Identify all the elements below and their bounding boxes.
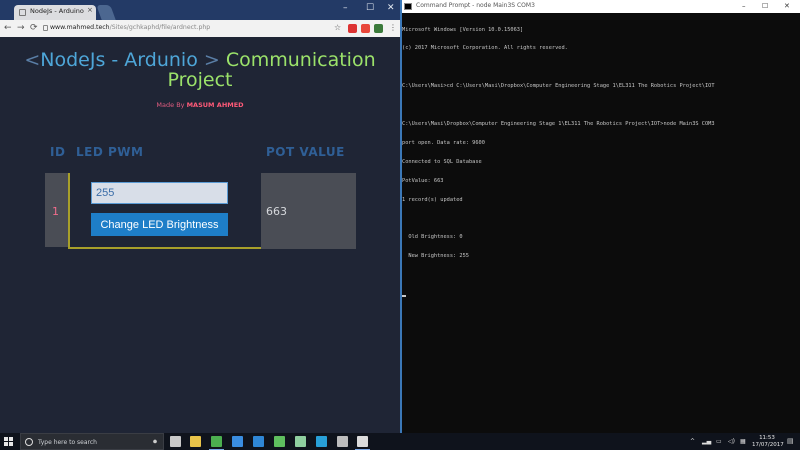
console-line: Connected to SQL Database (402, 158, 482, 165)
clock-date[interactable]: 17/07/2017 (752, 442, 784, 448)
column-header-id: ID (50, 145, 66, 159)
file-explorer-icon[interactable] (190, 436, 201, 447)
search-placeholder: Type here to search (38, 439, 97, 446)
store-icon[interactable] (232, 436, 243, 447)
taskbar: Type here to search ⏺ ^ ▂▄ ▭ ◁) ▦ 11:53 … (0, 433, 800, 450)
reload-button[interactable]: ⟳ (30, 21, 38, 35)
windows-start-icon[interactable] (4, 437, 14, 447)
title-lt: < (24, 49, 41, 71)
battery-icon[interactable]: ▭ (716, 438, 722, 445)
pwm-input[interactable] (91, 182, 228, 204)
console-output[interactable]: Microsoft Windows [Version 10.0.15063] (… (402, 14, 800, 310)
clock-time[interactable]: 11:53 (752, 435, 782, 441)
extension-icon-2[interactable] (361, 24, 370, 33)
title-sub: Communication (225, 49, 376, 71)
app-icon-grey[interactable] (337, 436, 348, 447)
console-line: port open. Data rate: 9600 (402, 139, 485, 146)
cmd-scrollbar[interactable] (794, 13, 800, 433)
url-path: /Sites/gchkaphd/file/ardnect.php (109, 24, 211, 31)
page-title: <NodeJs - Ardunio > Communication Projec… (0, 50, 400, 90)
web-page: <NodeJs - Ardunio > Communication Projec… (0, 37, 400, 433)
chrome-icon[interactable] (209, 436, 224, 450)
cell-id: 1 (45, 173, 68, 247)
console-line: 1 record(s) updated (402, 196, 463, 203)
cmd-close-button[interactable]: ✕ (784, 1, 790, 11)
url-host: www.mahmed.tech (50, 24, 110, 31)
url-field[interactable]: www.mahmed.tech/Sites/gchkaphd/file/ardn… (50, 24, 210, 31)
taskbar-search-box[interactable]: Type here to search ⏺ (20, 433, 164, 450)
network-icon[interactable]: ▂▄ (702, 438, 711, 445)
title-main: NodeJs - Ardunio (40, 49, 198, 71)
change-led-brightness-button[interactable]: Change LED Brightness (91, 213, 228, 236)
console-line: (c) 2017 Microsoft Corporation. All righ… (402, 45, 568, 52)
browser-window: NodeJs - Arduino Comm × – ☐ ✕ ← → ⟳ www.… (0, 0, 400, 433)
tray-overflow-icon[interactable]: ^ (690, 438, 695, 445)
new-tab-button[interactable] (96, 5, 116, 20)
console-line: C:\Users\Masi\Dropbox\Computer Engineeri… (402, 121, 715, 128)
cmd-window-title: Command Prompt - node Main3S COM3 (416, 2, 535, 9)
row-id-value: 1 (52, 205, 59, 218)
command-prompt-icon[interactable] (355, 436, 370, 450)
tab-close-icon[interactable]: × (87, 6, 93, 14)
title-gt: > (203, 49, 220, 71)
back-button[interactable]: ← (4, 21, 12, 35)
cmd-minimize-button[interactable]: – (742, 1, 746, 11)
console-line: Microsoft Windows [Version 10.0.15063] (402, 26, 524, 33)
bookmark-star-icon[interactable]: ☆ (334, 21, 341, 35)
notepad-icon[interactable] (295, 436, 306, 447)
pot-value: 663 (266, 205, 287, 218)
console-line: Old Brightness: 0 (402, 234, 463, 241)
forward-button[interactable]: → (17, 21, 25, 35)
credit-name: MASUM AHMED (186, 101, 244, 109)
search-icon (25, 438, 33, 446)
tab-nodejs-arduino[interactable]: NodeJs - Arduino Comm × (14, 5, 96, 20)
window-maximize-button[interactable]: ☐ (366, 2, 374, 14)
cmd-maximize-button[interactable]: ☐ (762, 1, 768, 11)
page-favicon-icon (19, 9, 26, 16)
notifications-icon[interactable]: ▤ (787, 437, 794, 445)
column-header-led-pwm: LED PWM (76, 145, 144, 159)
console-line: C:\Users\Masi>cd C:\Users\Masi\Dropbox\C… (402, 83, 715, 90)
microphone-icon[interactable]: ⏺ (153, 437, 157, 447)
lock-icon (43, 25, 48, 31)
console-cursor (402, 295, 406, 298)
extension-icon-3[interactable] (374, 24, 383, 33)
command-prompt-window: Command Prompt - node Main3S COM3 – ☐ ✕ … (402, 0, 800, 433)
console-line: PotValue: 663 (402, 177, 444, 184)
credit-line: Made By MASUM AHMED (0, 101, 400, 109)
console-cursor-line (402, 291, 800, 298)
cell-pot-value: 663 (261, 173, 356, 249)
column-header-pot-value: POT VALUE (266, 145, 345, 159)
volume-icon[interactable]: ◁) (728, 438, 735, 445)
keyboard-icon[interactable]: ▦ (740, 438, 746, 445)
window-close-button[interactable]: ✕ (387, 2, 395, 14)
task-view-icon[interactable] (170, 436, 181, 447)
address-bar: ← → ⟳ www.mahmed.tech/Sites/gchkaphd/fil… (0, 20, 400, 37)
window-minimize-button[interactable]: – (343, 2, 348, 14)
title-sub-line2: Project (167, 69, 233, 91)
credit-prefix: Made By (156, 101, 185, 109)
console-line: New Brightness: 255 (402, 253, 469, 260)
tab-title: NodeJs - Arduino Comm (30, 7, 86, 15)
extension-icon-1[interactable] (348, 24, 357, 33)
app-icon-green[interactable] (274, 436, 285, 447)
menu-icon[interactable]: ⋮ (389, 21, 397, 35)
tab-strip: NodeJs - Arduino Comm × – ☐ ✕ (0, 0, 400, 20)
cmd-title-bar: Command Prompt - node Main3S COM3 – ☐ ✕ (402, 0, 800, 13)
command-prompt-icon (404, 3, 412, 10)
app-icon-blue[interactable] (253, 436, 264, 447)
app-icon-cyan[interactable] (316, 436, 327, 447)
